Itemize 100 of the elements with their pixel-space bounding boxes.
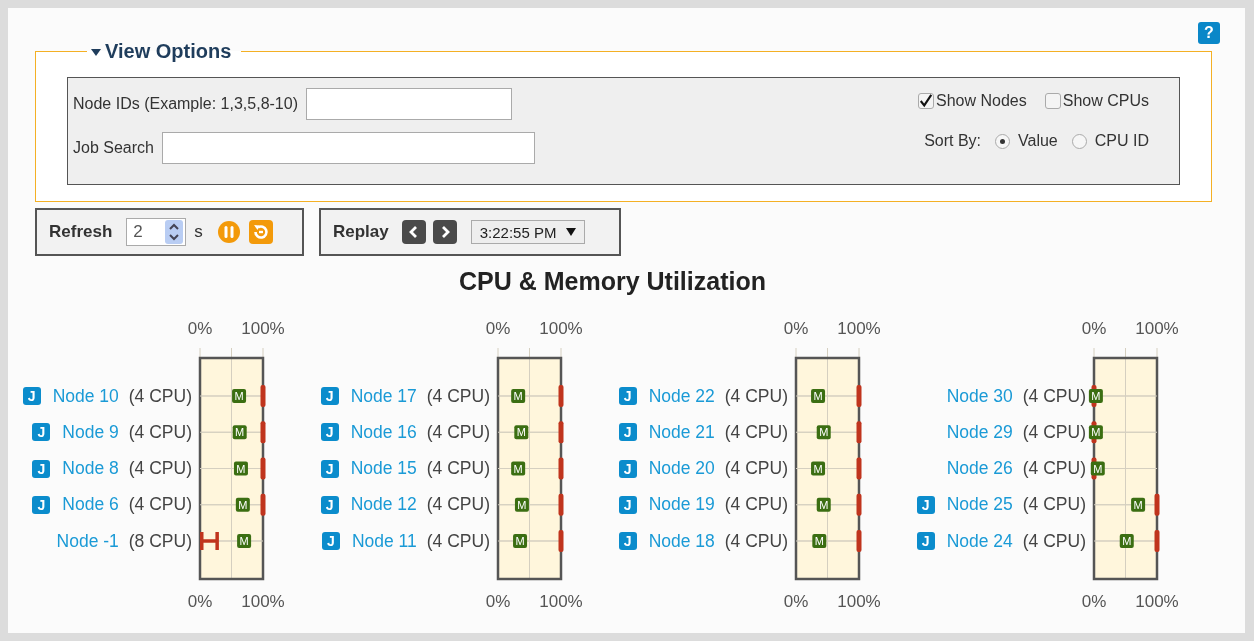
caret-icon [91, 47, 101, 56]
cpu-count: (4 CPU) [724, 385, 788, 407]
node-link[interactable]: Node 16 [350, 421, 417, 443]
job-badge[interactable]: J [32, 459, 51, 478]
axis-tick-label: 100% [539, 319, 583, 338]
axis-tick-label: 100% [1135, 319, 1179, 338]
axis-tick-label: 0% [187, 592, 213, 611]
axis-tick-label: 100% [837, 592, 881, 611]
job-badge[interactable]: J [320, 387, 339, 406]
radio-label: CPU ID [1094, 132, 1149, 150]
next-button[interactable] [432, 220, 457, 244]
job-badge[interactable]: J [321, 532, 340, 551]
node-ids-field[interactable] [306, 88, 512, 120]
cpu-count: (4 CPU) [724, 458, 788, 480]
job-badge[interactable]: J [22, 387, 41, 406]
node-link[interactable]: Node 6 [62, 494, 119, 516]
job-badge[interactable]: J [916, 495, 935, 514]
node-link[interactable]: Node 11 [351, 530, 417, 552]
node-link[interactable]: Node 18 [648, 530, 715, 552]
job-badge[interactable]: J [32, 495, 51, 514]
help-button[interactable]: ? [1198, 22, 1220, 44]
cpu-count: (4 CPU) [724, 421, 788, 443]
axis-tick-label: 100% [837, 319, 881, 338]
axis-tick-label: 0% [485, 592, 511, 611]
memory-marker: M [237, 534, 252, 548]
node-link[interactable]: Node 22 [648, 385, 715, 407]
cpu-count: (4 CPU) [426, 385, 490, 407]
pause-icon[interactable] [216, 220, 241, 244]
node-link[interactable]: Node 20 [648, 458, 715, 480]
refresh-interval-field[interactable]: 2 [126, 218, 187, 246]
memory-marker: M [514, 425, 529, 440]
job-badge[interactable]: J [916, 532, 935, 551]
job-search-label: Job Search [73, 139, 154, 157]
memory-marker: M [513, 534, 528, 548]
cpu-count: (4 CPU) [1022, 385, 1086, 407]
node-link[interactable]: Node 15 [350, 458, 417, 480]
job-badge[interactable]: J [618, 495, 637, 514]
checkbox[interactable] [1044, 93, 1061, 109]
cpu-count: (4 CPU) [426, 530, 490, 552]
cpu-count: (4 CPU) [426, 494, 490, 516]
checkbox-label: Show Nodes [936, 92, 1027, 110]
node-link[interactable]: Node 10 [52, 385, 119, 407]
node-link[interactable]: Node 12 [350, 494, 417, 516]
cpu-count: (8 CPU) [128, 530, 192, 552]
cpu-count: (4 CPU) [128, 421, 192, 443]
previous-button[interactable] [401, 220, 426, 244]
cpu-count: (4 CPU) [128, 458, 192, 480]
axis-tick-label: 0% [187, 319, 213, 338]
radio-button[interactable] [1071, 133, 1087, 149]
axis-tick-label: 0% [1081, 592, 1107, 611]
job-badge[interactable]: J [618, 423, 637, 442]
axis-tick-label: 100% [241, 592, 285, 611]
chart-title: CPU & Memory Utilization [458, 267, 767, 296]
cpu-count: (4 CPU) [128, 385, 192, 407]
memory-marker: M [511, 389, 526, 403]
job-badge[interactable]: J [32, 423, 51, 442]
axis-tick-label: 100% [1135, 592, 1179, 611]
view-options-toggle[interactable]: View Options [91, 40, 232, 63]
time-dropdown[interactable]: 3:22:55 PM [470, 220, 586, 244]
axis-tick-label: 100% [241, 319, 285, 338]
replay-label: Replay [333, 222, 389, 242]
node-link[interactable]: Node 17 [350, 385, 417, 407]
axis-tick-label: 100% [539, 592, 583, 611]
node-link[interactable]: Node 24 [946, 530, 1013, 552]
axis-tick-label: 0% [783, 592, 809, 611]
checkbox[interactable] [918, 93, 935, 109]
checkbox-label: Show CPUs [1062, 92, 1149, 110]
radio-button[interactable] [995, 133, 1011, 149]
node-link[interactable]: Node -1 [56, 530, 119, 552]
cpu-count: (4 CPU) [1022, 458, 1086, 480]
node-link[interactable]: Node 19 [648, 494, 715, 516]
node-link[interactable]: Node 26 [946, 458, 1013, 480]
node-link[interactable]: Node 9 [62, 421, 119, 443]
job-badge[interactable]: J [320, 495, 339, 514]
seconds-unit: s [194, 222, 203, 242]
radio-label: Value [1018, 132, 1058, 150]
refresh-icon[interactable] [248, 220, 273, 244]
node-link[interactable]: Node 30 [946, 385, 1013, 407]
stepper-icon[interactable] [165, 220, 184, 244]
cpu-count: (4 CPU) [426, 421, 490, 443]
memory-marker: M [232, 389, 247, 403]
job-badge[interactable]: J [618, 459, 637, 478]
node-link[interactable]: Node 8 [62, 458, 119, 480]
memory-marker: M [1088, 425, 1103, 440]
job-search-field[interactable] [161, 132, 535, 164]
job-badge[interactable]: J [618, 387, 637, 406]
node-link[interactable]: Node 21 [648, 421, 715, 443]
cpu-count: (4 CPU) [1022, 494, 1086, 516]
memory-marker: M [1088, 389, 1103, 403]
job-badge[interactable]: J [618, 532, 637, 551]
axis-tick-label: 0% [783, 319, 809, 338]
cpu-count: (4 CPU) [724, 494, 788, 516]
sort-by-label: Sort By: [924, 132, 982, 150]
node-link[interactable]: Node 29 [946, 421, 1013, 443]
job-badge[interactable]: J [320, 423, 339, 442]
job-badge[interactable]: J [320, 459, 339, 478]
node-link[interactable]: Node 25 [946, 494, 1013, 516]
axis-tick-label: 0% [1081, 319, 1107, 338]
node-ids-label: Node IDs (Example: 1,3,5,8-10) [73, 95, 298, 113]
memory-marker: M [811, 389, 826, 403]
